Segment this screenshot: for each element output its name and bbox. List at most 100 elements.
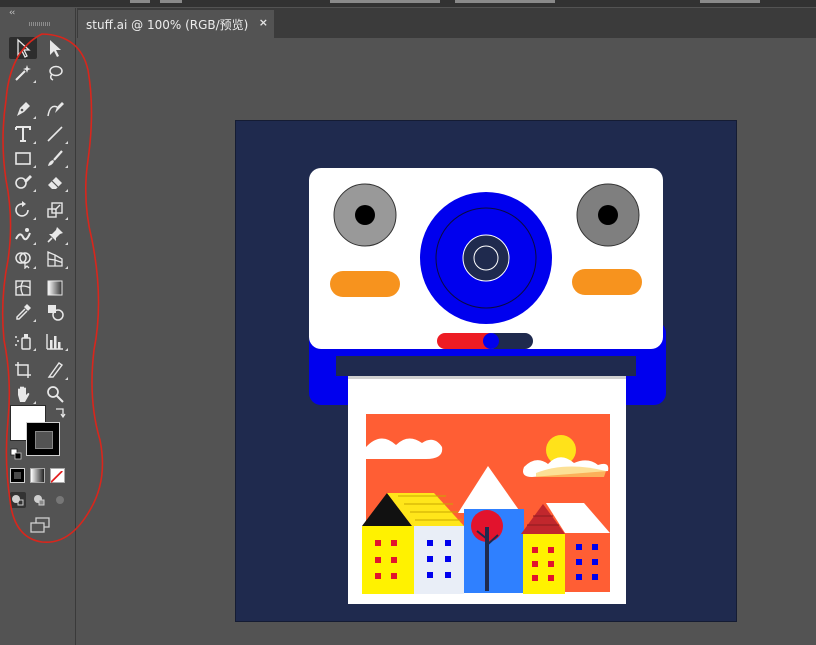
tool-group-indicator (33, 80, 36, 83)
direct-selection-tool[interactable] (41, 37, 69, 59)
shape-builder-tool[interactable] (9, 248, 37, 270)
rectangle-icon (15, 152, 31, 165)
photo-top-line (348, 376, 626, 379)
draw-inside-button[interactable] (52, 492, 68, 508)
tool-group-indicator (33, 189, 36, 192)
draw-normal-button[interactable] (10, 492, 26, 508)
blend-tool[interactable] (41, 301, 69, 323)
gradient-tool[interactable] (41, 277, 69, 299)
draw-behind-icon (34, 495, 45, 506)
column-graph-tool[interactable] (41, 330, 69, 352)
draw-inside-icon (56, 496, 64, 504)
mesh-icon (15, 280, 31, 296)
tools-panel: ‹‹ (3, 8, 76, 645)
type-tool[interactable] (9, 123, 37, 145)
paintbrush-tool[interactable] (41, 147, 69, 169)
left-cheek (330, 271, 400, 297)
bar-graph-icon (46, 334, 63, 350)
artboard[interactable] (235, 120, 737, 622)
tool-group-indicator (33, 217, 36, 220)
tool-group-indicator (65, 242, 68, 245)
zoom-tool[interactable] (41, 383, 69, 405)
stroke-swatch[interactable] (26, 422, 60, 456)
rotate-tool[interactable] (9, 199, 37, 221)
menu-fragment (130, 0, 150, 3)
document-tab-title: stuff.ai @ 100% (RGB/预览) (86, 17, 249, 32)
stroke-hole (35, 431, 53, 449)
draw-normal-icon (12, 495, 24, 506)
shaper-tool[interactable] (9, 171, 37, 193)
far-right-house (565, 533, 609, 591)
left-house-front (362, 526, 414, 594)
puppet-warp-tool[interactable] (41, 224, 69, 246)
menu-fragment (455, 0, 555, 3)
screen-mode-icon (30, 517, 50, 533)
indicator-knob (483, 333, 499, 349)
symbol-sprayer-tool[interactable] (9, 330, 37, 352)
lens-center (473, 245, 499, 271)
eraser-icon (48, 177, 62, 189)
film-slot (336, 356, 636, 376)
swap-arrows-icon (56, 408, 66, 419)
eyedropper-tool[interactable] (9, 301, 37, 323)
slice-tool[interactable] (41, 359, 69, 381)
color-mode-button[interactable] (10, 468, 25, 483)
left-knob-center (355, 205, 375, 225)
document-tab-bar: stuff.ai @ 100% (RGB/预览) × (77, 8, 816, 38)
top-menu-strip (0, 0, 816, 7)
type-icon (15, 126, 31, 142)
magic-wand-tool[interactable] (9, 62, 37, 84)
arrow-outline-icon (17, 38, 31, 58)
pen-tool[interactable] (9, 98, 37, 120)
pin-icon (47, 227, 63, 243)
hand-icon (18, 386, 30, 402)
arrow-filled-icon (50, 40, 61, 57)
tool-group-indicator (65, 266, 68, 269)
perspective-icon (47, 251, 63, 267)
artboard-icon (15, 362, 31, 378)
symbol-sprayer-icon (15, 334, 31, 350)
panel-grip[interactable] (29, 22, 51, 26)
artwork[interactable] (236, 121, 736, 621)
scale-icon (47, 202, 63, 218)
scale-tool[interactable] (41, 199, 69, 221)
menu-fragment (330, 0, 440, 3)
eraser-tool[interactable] (41, 171, 69, 193)
artboard-tool[interactable] (9, 359, 37, 381)
menu-fragment (700, 0, 760, 3)
line-segment-tool[interactable] (41, 123, 69, 145)
line-icon (47, 126, 63, 142)
magic-wand-icon (15, 65, 31, 81)
right-cheek (572, 269, 642, 295)
selection-tool[interactable] (9, 37, 37, 59)
hand-tool[interactable] (9, 383, 37, 405)
close-tab-button[interactable]: × (259, 16, 268, 29)
perspective-grid-tool[interactable] (41, 248, 69, 270)
tool-group-indicator (65, 217, 68, 220)
swap-fill-stroke-button[interactable] (53, 405, 67, 419)
gradient-mode-button[interactable] (30, 468, 45, 483)
tool-group-indicator (65, 141, 68, 144)
curvature-tool[interactable] (41, 98, 69, 120)
collapse-panel-button[interactable]: ‹‹ (9, 8, 15, 18)
document-tab[interactable]: stuff.ai @ 100% (RGB/预览) × (78, 10, 274, 38)
tool-group-indicator (33, 116, 36, 119)
warp-tool[interactable] (9, 224, 37, 246)
menu-fragment (160, 0, 182, 3)
tool-group-indicator (65, 189, 68, 192)
mesh-tool[interactable] (9, 277, 37, 299)
tool-group-indicator (33, 141, 36, 144)
blend-icon (48, 305, 64, 321)
tool-group-indicator (65, 165, 68, 168)
photo-scene (362, 414, 610, 594)
eyedropper-icon (16, 304, 31, 320)
draw-behind-button[interactable] (31, 492, 47, 508)
none-mode-button[interactable] (50, 468, 65, 483)
change-screen-mode-button[interactable] (28, 515, 52, 535)
tool-group-indicator (33, 401, 36, 404)
rectangle-tool[interactable] (9, 147, 37, 169)
default-fill-stroke-button[interactable] (10, 445, 22, 460)
tool-group-indicator (65, 348, 68, 351)
lasso-tool[interactable] (41, 62, 69, 84)
tool-group-indicator (33, 348, 36, 351)
